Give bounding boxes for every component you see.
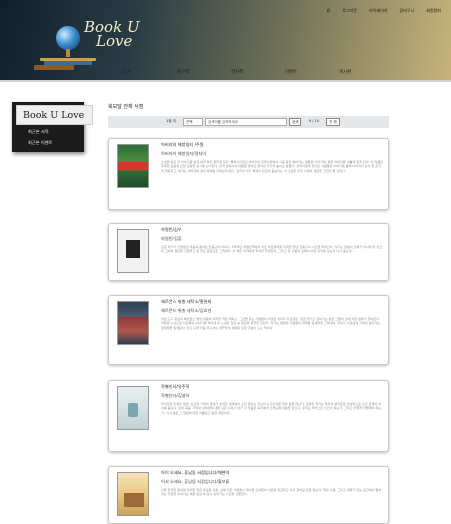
sidebar-title: Book U Love <box>16 105 93 125</box>
withdraw-link[interactable]: 회원탈퇴 <box>426 8 441 14</box>
search-type-select[interactable]: 선택 <box>183 118 203 126</box>
menu-events[interactable]: 이벤트 <box>285 66 339 78</box>
book-cover[interactable] <box>117 144 149 188</box>
book-card[interactable]: 작별인사/유주혁 작별인사/김영하 머지않은 미래의 평양. 인간과 기계의 경… <box>108 380 389 452</box>
home-icon[interactable]: ⌂ <box>327 7 331 14</box>
book-description: 이번 도시 중심의 헤르몬스 빌딩 위층에 자리한 작은 세탁소. 그곳을 찾는… <box>161 317 381 330</box>
globe-icon <box>56 26 80 50</box>
site-header: Book U Love ⌂ 로그아웃 마이페이지 장바구니 회원탈퇴 도서 중고… <box>0 0 451 80</box>
cover-title-block <box>126 240 140 258</box>
book-cover[interactable] <box>117 229 149 273</box>
result-count: 9 / 10 <box>309 119 320 123</box>
menu-ebooks[interactable]: 전자책 <box>231 66 285 78</box>
site-logo[interactable]: Book U Love <box>84 20 140 50</box>
view-all-button[interactable]: 전 체 <box>326 118 340 126</box>
book-subtitle: 아버지의 해방일지/정지아 <box>161 151 207 156</box>
book-card[interactable]: 헤르몬스 위층 세탁소/홍연희 헤르몬드 위층 세탁소/김호연 이번 도시 중심… <box>108 295 389 365</box>
book-subtitle: 하얼빈/김훈 <box>161 236 182 241</box>
book-title[interactable]: 아이 오세요, 휴남동 서점입니다/채현아 <box>161 470 229 476</box>
top-nav: ⌂ 로그아웃 마이페이지 장바구니 회원탈퇴 <box>327 7 441 14</box>
book-card[interactable]: 아이 오세요, 휴남동 서점입니다/채현아 어서 오세요, 휴남동 서점입니다/… <box>108 466 389 524</box>
book-description: 김훈 작가가 오랫동안 마음에 품어온 안중근의 이야기. 1909년 하얼빈역… <box>161 245 383 254</box>
book-subtitle: 어서 오세요, 휴남동 서점입니다/황보름 <box>161 479 230 484</box>
book-title[interactable]: 작별인사/유주혁 <box>161 384 189 390</box>
header-divider <box>0 80 451 82</box>
search-bar: 1점 이 선택 검색어를 입력하세요 검색 9 / 10 전 체 <box>108 116 389 128</box>
cover-building <box>124 493 144 507</box>
menu-books[interactable]: 도서 <box>123 66 177 78</box>
book-subtitle: 작별인사/김영하 <box>161 393 190 398</box>
book-cover[interactable] <box>117 472 149 516</box>
book-title[interactable]: 헤르몬스 위층 세탁소/홍연희 <box>161 299 211 305</box>
search-label: 1점 이 <box>166 119 177 123</box>
search-input[interactable]: 검색어를 입력하세요 <box>205 118 287 126</box>
menu-board[interactable]: 게시판 <box>339 66 393 78</box>
logout-link[interactable]: 로그아웃 <box>342 8 357 14</box>
book-cover[interactable] <box>117 301 149 345</box>
book-title[interactable]: 아비지의 해방일지 /주원 <box>161 142 204 148</box>
book-cover[interactable] <box>117 386 149 430</box>
sidebar-item-recent-events[interactable]: 최근본 이벤트 <box>28 140 52 146</box>
book-description: 소설을 읽은 뒤 이야기를 쉽게 내려 놓지 못하게 된다. 빨치산이었던 아버… <box>161 160 383 173</box>
main-menu: 도서 중고책 전자책 이벤트 게시판 <box>0 66 451 78</box>
book-subtitle: 헤르몬드 위층 세탁소/김호연 <box>161 308 212 313</box>
logo-line2: Love <box>96 32 133 50</box>
menu-used-books[interactable]: 중고책 <box>177 66 231 78</box>
search-button[interactable]: 검색 <box>289 118 302 126</box>
sidebar-item-recent-books[interactable]: 최근본 서적 <box>28 129 49 135</box>
cover-figure <box>128 403 138 417</box>
book-card[interactable]: 아비지의 해방일지 /주원 아버지의 해방일지/정지아 소설을 읽은 뒤 이야기… <box>108 138 389 210</box>
page-title: 북모달 전체 서점 <box>108 104 144 110</box>
mypage-link[interactable]: 마이페이지 <box>369 8 387 14</box>
sidebar: Book U Love 최근본 서적 최근본 이벤트 <box>12 102 93 152</box>
book-title[interactable]: 하얼빈/김우 <box>161 227 182 233</box>
globe-stand <box>66 49 70 57</box>
book-description: 머지않은 미래의 평양. 인간과 기계의 경계가 흐려진 세계에서 소년 철이는… <box>161 402 382 415</box>
book-description: 서울 한적한 동네에 자리한 작은 휴남동 서점. 삶에 지친 사람들이 하나둘… <box>161 488 382 497</box>
cart-link[interactable]: 장바구니 <box>400 8 415 14</box>
book-card[interactable]: 하얼빈/김우 하얼빈/김훈 김훈 작가가 오랫동안 마음에 품어온 안중근의 이… <box>108 223 389 281</box>
